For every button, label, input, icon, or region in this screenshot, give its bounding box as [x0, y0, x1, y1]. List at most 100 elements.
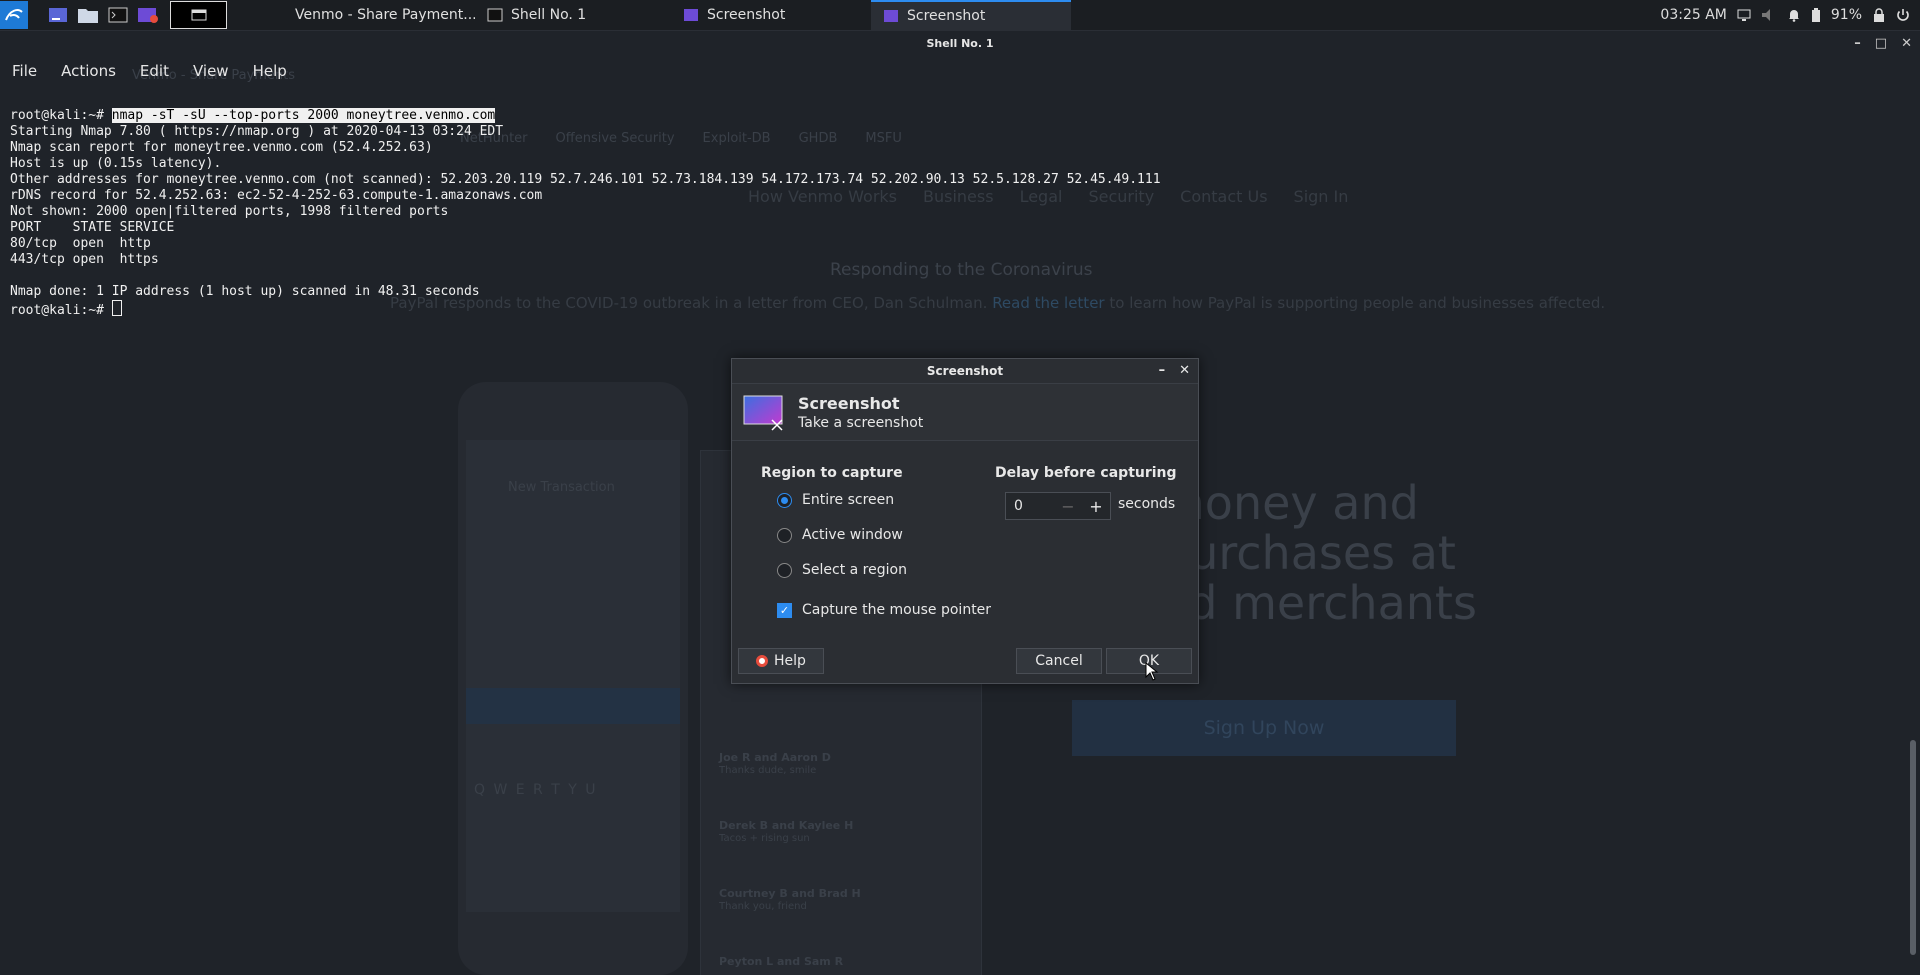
- radio-button[interactable]: [777, 562, 792, 578]
- output-line: 80/tcp open http: [10, 236, 151, 251]
- phone-mockup-left: New Transaction Q W E R T Y U: [458, 382, 688, 975]
- phone-header-ghost: New Transaction: [508, 480, 615, 495]
- terminal-title: Shell No. 1: [926, 37, 994, 50]
- output-line: rDNS record for 52.4.252.63: ec2-52-4-25…: [10, 188, 543, 203]
- dialog-header: Screenshot Take a screenshot: [732, 384, 1198, 441]
- task-venmo[interactable]: Venmo - Share Payment...: [275, 0, 475, 30]
- prompt: root@kali:~#: [10, 303, 112, 318]
- task-label: Screenshot: [707, 7, 786, 23]
- close-icon[interactable]: ✕: [1179, 359, 1190, 383]
- screenshot-icon: [884, 10, 898, 22]
- dialog-titlebar: Screenshot – ✕: [732, 359, 1198, 384]
- terminal-launcher-icon[interactable]: [106, 4, 130, 26]
- file-manager-icon[interactable]: [76, 4, 100, 26]
- dialog-header-title: Screenshot: [798, 393, 900, 413]
- terminal-window-controls: – □ ✕: [1854, 31, 1912, 57]
- terminal-output[interactable]: root@kali:~# nmap -sT -sU --top-ports 20…: [10, 108, 1161, 319]
- task-shell[interactable]: Shell No. 1: [475, 0, 671, 30]
- decrement-icon[interactable]: −: [1054, 497, 1082, 516]
- feed-item-4: Peyton L and Sam R: [719, 955, 844, 968]
- region-label: Region to capture: [761, 465, 903, 481]
- radio-button[interactable]: [777, 492, 792, 508]
- feed-item-2: Derek B and Kaylee H: [719, 819, 854, 832]
- radio-button[interactable]: [777, 527, 792, 543]
- taskbar-left: [0, 0, 227, 30]
- text-cursor: [111, 300, 122, 316]
- lifebuoy-icon: [756, 655, 769, 667]
- output-line: Starting Nmap 7.80 ( https://nmap.org ) …: [10, 124, 504, 139]
- volume-icon[interactable]: [1761, 8, 1777, 22]
- monitor-icon[interactable]: [1737, 9, 1751, 21]
- radio-active-window[interactable]: Active window: [777, 527, 903, 543]
- minimize-icon[interactable]: –: [1854, 31, 1861, 57]
- mouse-pointer-icon: [1145, 662, 1159, 681]
- radio-entire-screen[interactable]: Entire screen: [777, 492, 894, 508]
- kali-menu-icon[interactable]: [0, 1, 28, 29]
- battery-icon[interactable]: [1811, 8, 1821, 22]
- dialog-header-subtitle: Take a screenshot: [798, 414, 924, 431]
- task-label: Screenshot: [907, 8, 986, 24]
- delay-unit: seconds: [1118, 496, 1176, 512]
- screenshot-app-icon: [743, 395, 783, 431]
- task-label: Venmo - Share Payment...: [295, 7, 475, 23]
- checkmark-icon[interactable]: ✓: [777, 602, 792, 618]
- notification-bell-icon[interactable]: [1787, 8, 1801, 22]
- dialog-title: Screenshot: [926, 364, 1004, 378]
- help-button[interactable]: Help: [738, 648, 824, 674]
- dialog-header-text: Screenshot Take a screenshot: [798, 394, 923, 431]
- system-tray: 03:25 AM 91%: [1660, 7, 1920, 23]
- workspace-switcher[interactable]: [170, 1, 227, 29]
- maximize-icon[interactable]: □: [1875, 31, 1887, 57]
- hero-text-ghost: money and purchases at ed merchants: [1160, 476, 1477, 630]
- radio-label: Entire screen: [802, 492, 895, 508]
- feed-item-3: Courtney B and Brad H: [719, 887, 861, 900]
- menu-help[interactable]: Help: [241, 57, 299, 85]
- screenshot-dialog: Screenshot – ✕ Screenshot Take a screens…: [731, 358, 1199, 684]
- output-line: Host is up (0.15s latency).: [10, 156, 222, 171]
- delay-value[interactable]: 0: [1006, 498, 1054, 514]
- output-line: 443/tcp open https: [10, 252, 159, 267]
- capture-pointer-checkbox[interactable]: ✓ Capture the mouse pointer: [777, 602, 991, 618]
- feed-note-3: Thank you, friend: [719, 901, 807, 912]
- radio-label: Select a region: [802, 562, 907, 578]
- feed-note-2: Tacos + rising sun: [719, 833, 810, 844]
- terminal-menubar: File Actions Edit View Help: [0, 57, 299, 85]
- task-label: Shell No. 1: [511, 7, 587, 23]
- feed-note-1: Thanks dude, smile: [719, 765, 817, 776]
- radio-label: Active window: [802, 527, 903, 543]
- output-line: Nmap scan report for moneytree.venmo.com…: [10, 140, 433, 155]
- cta-ghost: Sign Up Now: [1072, 700, 1456, 756]
- delay-label: Delay before capturing: [995, 465, 1177, 481]
- clock[interactable]: 03:25 AM: [1660, 7, 1726, 23]
- menu-edit[interactable]: Edit: [128, 57, 181, 85]
- selected-command: nmap -sT -sU --top-ports 2000 moneytree.…: [111, 108, 496, 123]
- close-icon[interactable]: ✕: [1901, 31, 1912, 57]
- lock-icon[interactable]: [1872, 8, 1886, 22]
- nav-contact: Contact Us: [1180, 187, 1268, 206]
- cancel-button[interactable]: Cancel: [1016, 648, 1102, 674]
- keyboard-ghost: Q W E R T Y U: [474, 782, 598, 798]
- terminal-scrollbar[interactable]: [1910, 740, 1916, 955]
- output-line: Not shown: 2000 open|filtered ports, 199…: [10, 204, 449, 219]
- screenshot-launcher-icon[interactable]: [136, 4, 160, 26]
- workspace-icon[interactable]: [46, 4, 70, 26]
- output-line: Other addresses for moneytree.venmo.com …: [10, 172, 1161, 187]
- minimize-icon[interactable]: –: [1159, 359, 1166, 383]
- dialog-window-controls: – ✕: [1159, 359, 1190, 383]
- radio-select-region[interactable]: Select a region: [777, 562, 907, 578]
- help-label: Help: [774, 653, 806, 669]
- output-line: Nmap done: 1 IP address (1 host up) scan…: [10, 284, 480, 299]
- power-icon[interactable]: [1896, 8, 1910, 22]
- menu-actions[interactable]: Actions: [49, 57, 128, 85]
- feed-item-1: Joe R and Aaron D: [719, 751, 831, 764]
- terminal-titlebar: Shell No. 1 – □ ✕: [0, 31, 1920, 57]
- nav-sign-in: Sign In: [1293, 187, 1349, 206]
- task-screenshot-active[interactable]: Screenshot: [871, 0, 1071, 30]
- menu-file[interactable]: File: [0, 57, 49, 85]
- output-line: PORT STATE SERVICE: [10, 220, 175, 235]
- increment-icon[interactable]: +: [1082, 497, 1110, 516]
- delay-spinbox[interactable]: 0 − +: [1005, 492, 1111, 520]
- menu-view[interactable]: View: [181, 57, 241, 85]
- battery-percent: 91%: [1830, 7, 1862, 23]
- task-screenshot[interactable]: Screenshot: [671, 0, 871, 30]
